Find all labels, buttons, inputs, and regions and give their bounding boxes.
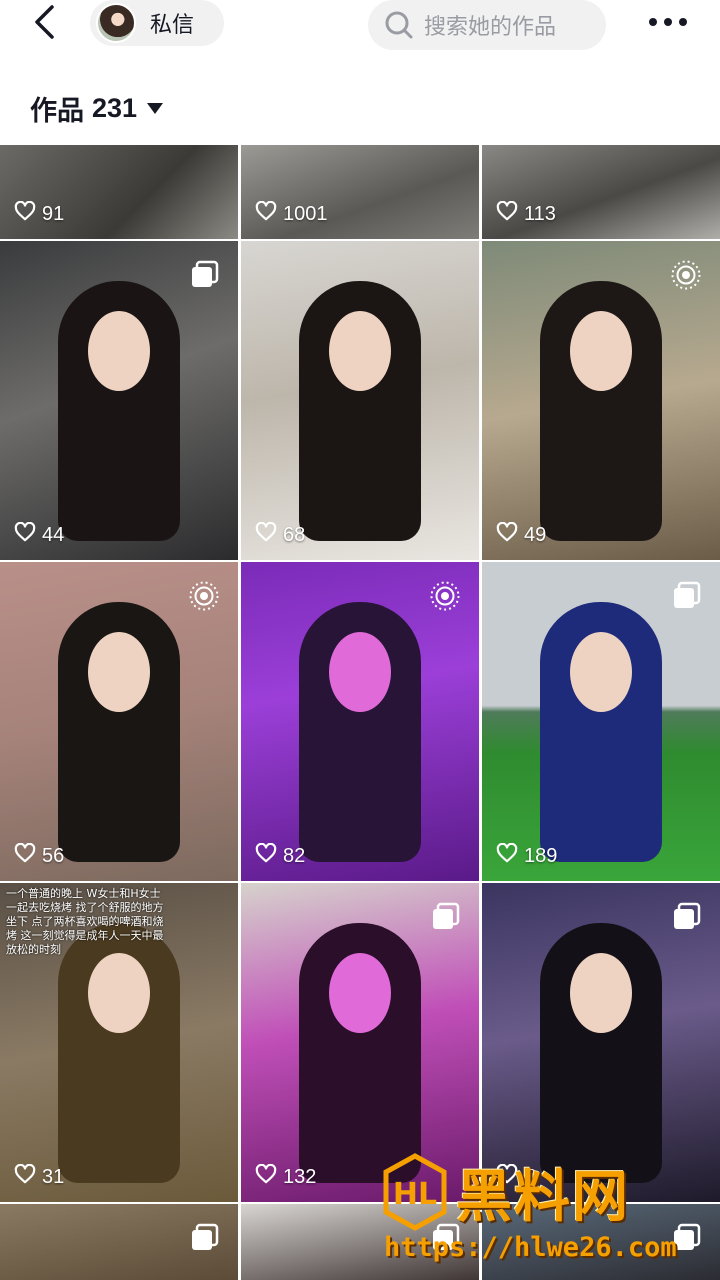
thumbnail-face: [329, 311, 391, 391]
work-tile[interactable]: 91: [0, 145, 238, 239]
like-count-value: 91: [42, 202, 65, 225]
work-tile[interactable]: 82: [241, 562, 479, 881]
thumbnail-face: [570, 632, 632, 712]
thumbnail-face: [88, 311, 150, 391]
like-count-value: 132: [283, 1165, 317, 1188]
like-count: 68: [255, 521, 306, 548]
more-horizontal-icon: [649, 18, 687, 26]
like-count: 113: [496, 200, 556, 227]
like-count-value: 44: [42, 523, 65, 546]
works-count: 231: [92, 92, 138, 123]
like-count: 1001: [255, 200, 328, 227]
like-count: 189: [496, 842, 558, 869]
watermark-title: 黑料网: [456, 1165, 630, 1230]
work-tile[interactable]: 56: [0, 562, 238, 881]
multi-image-icon: [188, 259, 220, 291]
like-count-value: 31: [42, 1165, 65, 1188]
thumbnail-face: [88, 632, 150, 712]
back-button[interactable]: [22, 0, 66, 44]
like-count-value: 56: [42, 844, 65, 867]
thumbnail-face: [329, 953, 391, 1033]
heart-icon: [14, 200, 36, 227]
like-count: 44: [14, 521, 65, 548]
watermark-url: https://hlwe26.com: [384, 1232, 677, 1263]
work-tile[interactable]: 189: [482, 562, 720, 881]
work-tile[interactable]: [0, 1204, 238, 1280]
heart-icon: [14, 1163, 36, 1190]
work-tile[interactable]: 1001: [241, 145, 479, 239]
like-count: 91: [14, 200, 65, 227]
like-count-value: 113: [524, 202, 556, 225]
avatar: [96, 3, 136, 43]
like-count-value: 68: [283, 523, 306, 546]
heart-icon: [14, 842, 36, 869]
live-photo-icon: [188, 580, 220, 612]
top-bar: 私信 搜索她的作品: [0, 0, 720, 50]
like-count: 132: [255, 1163, 317, 1190]
thumbnail-face: [570, 953, 632, 1033]
like-count-value: 82: [283, 844, 306, 867]
private-message-label: 私信: [150, 13, 195, 38]
like-count-value: 49: [524, 523, 547, 546]
multi-image-icon: [188, 1222, 220, 1254]
like-count: 31: [14, 1163, 65, 1190]
work-tile[interactable]: 44: [0, 241, 238, 560]
like-count: 49: [496, 521, 547, 548]
heart-icon: [255, 842, 277, 869]
multi-image-icon: [670, 901, 702, 933]
private-message-button[interactable]: 私信: [90, 0, 224, 46]
multi-image-icon: [670, 580, 702, 612]
watermark: HL 黑料网 https://hlwe26.com: [380, 1152, 710, 1274]
like-count-value: 1001: [283, 202, 328, 225]
caret-down-icon: [147, 102, 164, 114]
works-title: 作品: [30, 95, 84, 127]
heart-icon: [496, 200, 518, 227]
multi-image-icon: [429, 901, 461, 933]
svg-text:HL: HL: [393, 1177, 437, 1212]
heart-icon: [14, 521, 36, 548]
search-icon: [385, 11, 413, 39]
thumbnail-face: [88, 953, 150, 1033]
like-count: 56: [14, 842, 65, 869]
live-photo-icon: [429, 580, 461, 612]
work-tile[interactable]: 68: [241, 241, 479, 560]
heart-icon: [255, 200, 277, 227]
live-photo-icon: [670, 259, 702, 291]
watermark-logo: HL: [383, 1153, 447, 1231]
like-count: 82: [255, 842, 306, 869]
tile-caption: 一个普通的晚上 W女士和H女士 一起去吃烧烤 找了个舒服的地方坐下 点了两杯喜欢…: [6, 887, 164, 956]
heart-icon: [255, 1163, 277, 1190]
work-tile[interactable]: 113: [482, 145, 720, 239]
thumbnail-face: [570, 311, 632, 391]
work-tile[interactable]: 49: [482, 241, 720, 560]
more-button[interactable]: [640, 0, 696, 44]
heart-icon: [496, 521, 518, 548]
search-placeholder: 搜索她的作品: [424, 15, 557, 40]
works-filter[interactable]: 作品 231: [30, 88, 164, 128]
heart-icon: [496, 842, 518, 869]
search-input[interactable]: 搜索她的作品: [368, 0, 606, 50]
chevron-left-icon: [35, 5, 54, 39]
thumbnail-face: [329, 632, 391, 712]
like-count-value: 189: [524, 844, 558, 867]
heart-icon: [255, 521, 277, 548]
work-tile[interactable]: 一个普通的晚上 W女士和H女士 一起去吃烧烤 找了个舒服的地方坐下 点了两杯喜欢…: [0, 883, 238, 1202]
